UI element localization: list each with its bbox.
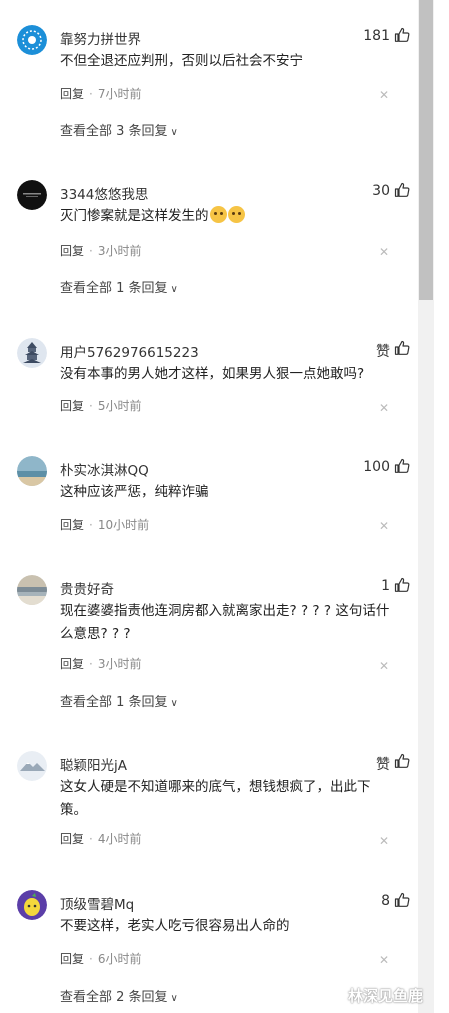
view-all-replies-link[interactable]: 查看全部 1 条回复 ∨ xyxy=(60,691,178,710)
comment-meta: 回复 · 10小时前 xyxy=(60,518,150,532)
comment-text: 这种应该严惩，纯粹诈骗 xyxy=(60,484,209,500)
comment-item: 3344悠悠我思 30 灭门惨案就是这样发生的 回复 · 3小时前 ✕ 查看全部 1… xyxy=(0,180,418,296)
comment-text: 这女人硬是不知道哪来的底气，想钱想疯了，出此下策。 xyxy=(60,779,371,818)
username[interactable]: 3344悠悠我思 xyxy=(60,183,148,203)
avatar[interactable] xyxy=(17,456,47,486)
reply-button[interactable]: 回复 xyxy=(60,657,84,671)
reply-button[interactable]: 回复 xyxy=(60,952,84,966)
comment-item: 聪颖阳光jA 赞 这女人硬是不知道哪来的底气，想钱想疯了，出此下策。 回复 · 4小… xyxy=(0,751,418,851)
thinking-face-emoji xyxy=(209,206,227,223)
comment-meta: 回复 · 6小时前 xyxy=(60,952,142,966)
reply-button[interactable]: 回复 xyxy=(60,518,84,532)
black-logo-avatar-icon xyxy=(17,180,47,210)
comment-item: 靠努力拼世界 181 不但全退还应判刑，否则以后社会不安宁 回复 · 7小时前 ✕ … xyxy=(0,25,418,140)
like-count: 30 xyxy=(372,183,390,199)
comment-list: 靠努力拼世界 181 不但全退还应判刑，否则以后社会不安宁 回复 · 7小时前 ✕ … xyxy=(0,0,418,1013)
close-icon[interactable]: ✕ xyxy=(378,954,390,966)
pagoda-avatar-icon xyxy=(17,338,47,368)
lemon-cartoon-avatar-icon xyxy=(17,890,47,920)
timestamp: 3小时前 xyxy=(97,657,142,671)
username[interactable]: 朴实冰淇淋QQ xyxy=(60,459,149,479)
avatar[interactable] xyxy=(17,180,47,210)
reply-button[interactable]: 回复 xyxy=(60,244,84,258)
thumbs-up-icon[interactable] xyxy=(394,892,410,908)
timestamp: 7小时前 xyxy=(97,87,142,101)
chevron-down-icon: ∨ xyxy=(170,698,178,709)
reply-button[interactable]: 回复 xyxy=(60,832,84,846)
close-icon[interactable]: ✕ xyxy=(378,520,390,532)
close-icon[interactable]: ✕ xyxy=(378,660,390,672)
comment-item: 朴实冰淇淋QQ 100 这种应该严惩，纯粹诈骗 回复 · 10小时前 ✕ xyxy=(0,456,418,536)
view-all-replies-link[interactable]: 查看全部 1 条回复 ∨ xyxy=(60,277,178,296)
comment-meta: 回复 · 7小时前 xyxy=(60,87,142,101)
username[interactable]: 顶级雪碧Mq xyxy=(60,893,134,913)
comment-meta: 回复 · 3小时前 xyxy=(60,244,142,258)
username[interactable]: 聪颖阳光jA xyxy=(60,754,127,774)
comment-text: 灭门惨案就是这样发生的 xyxy=(60,205,392,228)
timestamp: 10小时前 xyxy=(97,518,150,532)
chevron-down-icon: ∨ xyxy=(170,127,178,138)
timestamp: 4小时前 xyxy=(97,832,142,846)
beach-avatar-icon xyxy=(17,456,47,486)
comment-meta: 回复 · 4小时前 xyxy=(60,832,142,846)
comment-text: 不但全退还应判刑，否则以后社会不安宁 xyxy=(60,53,303,69)
thumbs-up-icon[interactable] xyxy=(394,753,410,769)
username[interactable]: 贵贵好奇 xyxy=(60,578,114,598)
avatar[interactable] xyxy=(17,25,47,55)
close-icon[interactable]: ✕ xyxy=(378,402,390,414)
comment-text: 不要这样，老实人吃亏很容易出人命的 xyxy=(60,918,290,934)
landscape-avatar-icon xyxy=(17,575,47,605)
thumbs-up-icon[interactable] xyxy=(394,458,410,474)
snow-mountain-avatar-icon xyxy=(17,751,47,781)
watermark: 林深见鱼鹿 xyxy=(348,987,424,1005)
reply-button[interactable]: 回复 xyxy=(60,87,84,101)
thumbs-up-icon[interactable] xyxy=(394,340,410,356)
like-label: 赞 xyxy=(376,344,390,360)
like-count: 100 xyxy=(363,459,390,475)
thumbs-up-icon[interactable] xyxy=(394,182,410,198)
comment-text: 没有本事的男人她才这样，如果男人狠一点她敢吗? xyxy=(60,366,365,382)
thumbs-up-icon[interactable] xyxy=(394,27,410,43)
comment-meta: 回复 · 5小时前 xyxy=(60,399,142,413)
chevron-down-icon: ∨ xyxy=(170,993,178,1004)
close-icon[interactable]: ✕ xyxy=(378,89,390,101)
comment-item: 贵贵好奇 1 现在婆婆指责他连洞房都入就离家出走? ? ? ? 这句话什么意思?… xyxy=(0,575,418,715)
timestamp: 6小时前 xyxy=(97,952,142,966)
comment-meta: 回复 · 3小时前 xyxy=(60,657,142,671)
like-count: 8 xyxy=(381,893,390,909)
close-icon[interactable]: ✕ xyxy=(378,835,390,847)
timestamp: 5小时前 xyxy=(97,399,142,413)
blue-ornament-avatar-icon xyxy=(17,25,47,55)
view-all-replies-link[interactable]: 查看全部 3 条回复 ∨ xyxy=(60,120,178,139)
thumbs-up-icon[interactable] xyxy=(394,577,410,593)
comment-item: 用户5762976615223 赞 没有本事的男人她才这样，如果男人狠一点她敢吗… xyxy=(0,338,418,418)
avatar[interactable] xyxy=(17,890,47,920)
thinking-face-emoji xyxy=(227,206,245,223)
close-icon[interactable]: ✕ xyxy=(378,246,390,258)
username[interactable]: 用户5762976615223 xyxy=(60,341,199,361)
like-label: 赞 xyxy=(376,757,390,773)
view-all-replies-link[interactable]: 查看全部 2 条回复 ∨ xyxy=(60,986,178,1005)
like-count: 181 xyxy=(363,28,390,44)
avatar[interactable] xyxy=(17,338,47,368)
chevron-down-icon: ∨ xyxy=(170,284,178,295)
timestamp: 3小时前 xyxy=(97,244,142,258)
like-count: 1 xyxy=(381,578,390,594)
avatar[interactable] xyxy=(17,575,47,605)
avatar[interactable] xyxy=(17,751,47,781)
scrollbar-thumb[interactable] xyxy=(419,0,433,300)
reply-button[interactable]: 回复 xyxy=(60,399,84,413)
comment-text: 现在婆婆指责他连洞房都入就离家出走? ? ? ? 这句话什么意思? ? ? xyxy=(60,603,390,642)
username[interactable]: 靠努力拼世界 xyxy=(60,28,141,48)
